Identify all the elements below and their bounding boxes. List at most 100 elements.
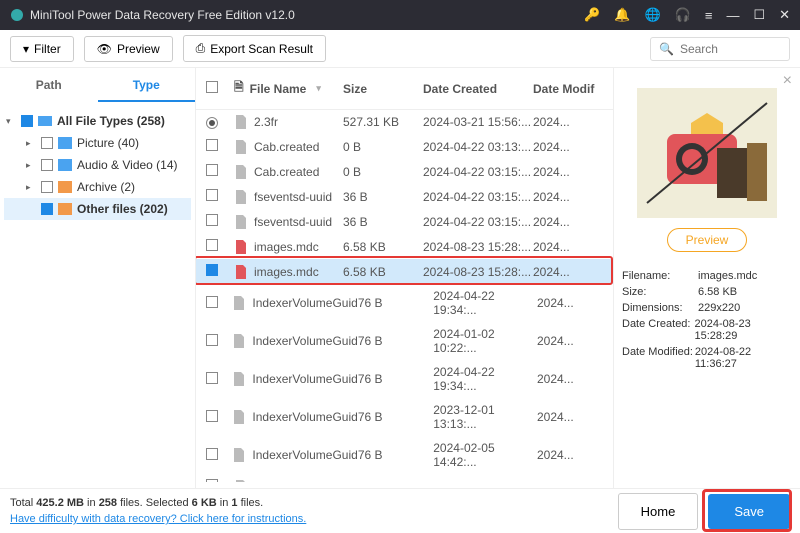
table-row[interactable]: images.mdc6.58 KB2024-08-23 15:28:...202… (196, 259, 613, 284)
tree-other-files[interactable]: Other files (202) (4, 198, 191, 220)
select-all-checkbox[interactable] (206, 81, 218, 93)
checkbox[interactable] (41, 203, 53, 215)
table-row[interactable]: IndexerVolumeGuid76 B2024-02-05 14:42:..… (196, 436, 613, 474)
sidebar: Path Type ▾ All File Types (258) ▸ Pictu… (0, 68, 196, 488)
table-row[interactable]: IndexerVolumeGuid76 B2023-12-01 13:13:..… (196, 398, 613, 436)
checkbox[interactable] (206, 164, 218, 176)
checkbox[interactable] (206, 264, 218, 276)
table-row[interactable]: images.mdc6.58 KB2024-08-23 15:28:...202… (196, 234, 613, 259)
footer: Total 425.2 MB in 258 files. Selected 6 … (0, 488, 800, 533)
table-row[interactable]: IndexerVolumeGuid76 B2024-01-02 10:22:..… (196, 322, 613, 360)
headset-icon[interactable]: 🎧 (675, 7, 691, 23)
window-title: MiniTool Power Data Recovery Free Editio… (30, 8, 295, 22)
tree-audio[interactable]: ▸ Audio & Video (14) (4, 154, 191, 176)
other-icon (58, 203, 72, 215)
file-created: 2024-03-21 15:56:... (423, 115, 533, 129)
filter-button[interactable]: ▾ Filter (10, 36, 74, 62)
table-row[interactable]: 2.3fr527.31 KB2024-03-21 15:56:...2024..… (196, 110, 613, 134)
tab-path[interactable]: Path (0, 70, 98, 102)
col-modif[interactable]: Date Modif (533, 82, 603, 96)
close-preview-icon[interactable]: × (783, 72, 792, 90)
tree-label: Audio & Video (14) (77, 158, 178, 172)
checkbox[interactable] (206, 239, 218, 251)
titlebar: MiniTool Power Data Recovery Free Editio… (0, 0, 800, 30)
tree-picture[interactable]: ▸ Picture (40) (4, 132, 191, 154)
help-link[interactable]: Have difficulty with data recovery? Clic… (10, 513, 306, 525)
file-icon (232, 448, 246, 462)
table-row[interactable]: IndexerVolumeGuid76 B2024-04-22 19:34:..… (196, 284, 613, 322)
file-modified: 2024... (537, 334, 603, 348)
archive-icon (58, 181, 72, 193)
home-button[interactable]: Home (618, 493, 699, 530)
close-icon[interactable]: ✕ (779, 7, 790, 23)
meta-value: images.mdc (698, 270, 757, 282)
file-icon (232, 372, 246, 386)
chevron-down-icon[interactable]: ▾ (6, 116, 16, 127)
menu-icon[interactable]: ≡ (705, 8, 713, 23)
checkbox[interactable] (206, 139, 218, 151)
file-icon (232, 410, 246, 424)
file-name: fseventsd-uuid (254, 190, 332, 204)
file-size: 76 B (358, 410, 433, 424)
checkbox[interactable] (206, 214, 218, 226)
checkbox[interactable] (206, 448, 218, 460)
checkbox[interactable] (206, 296, 218, 308)
checkbox[interactable] (41, 137, 53, 149)
tree-archive[interactable]: ▸ Archive (2) (4, 176, 191, 198)
file-created: 2024-08-23 15:28:... (423, 265, 533, 279)
checkbox[interactable] (206, 334, 218, 346)
checkbox[interactable] (41, 159, 53, 171)
file-created: 2024-04-22 03:15:... (423, 215, 533, 229)
search-box[interactable]: 🔍 (650, 37, 790, 61)
tree-label: All File Types (258) (57, 114, 165, 128)
table-row[interactable]: Cab.created0 B2024-04-22 03:15:...2024..… (196, 159, 613, 184)
picture-icon (58, 137, 72, 149)
checkbox[interactable] (206, 372, 218, 384)
checkbox[interactable] (206, 410, 218, 422)
preview-pane: × Preview Filename:images.mdc Size:6.58 … (614, 68, 800, 488)
save-button[interactable]: Save (708, 494, 790, 529)
meta-value: 2024-08-23 15:28:29 (695, 318, 792, 342)
file-icon (234, 190, 248, 204)
key-icon[interactable]: 🔑 (584, 7, 600, 23)
checkbox[interactable] (41, 181, 53, 193)
maximize-icon[interactable]: ☐ (753, 7, 765, 23)
file-size: 76 B (358, 296, 433, 310)
file-name: Cab.created (254, 140, 319, 154)
col-name[interactable]: File Name (250, 82, 307, 96)
chevron-right-icon[interactable]: ▸ (26, 160, 36, 171)
table-row[interactable]: indexState28 B2024-04-22 03:13:...2024..… (196, 474, 613, 482)
file-size: 0 B (343, 165, 423, 179)
minimize-icon[interactable]: — (726, 8, 739, 23)
chevron-right-icon[interactable]: ▸ (26, 182, 36, 193)
preview-detail-button[interactable]: Preview (667, 228, 748, 252)
search-input[interactable] (680, 42, 781, 56)
checkbox[interactable] (206, 479, 218, 482)
export-button[interactable]: ⎙ Export Scan Result (183, 35, 326, 62)
file-icon (232, 296, 246, 310)
sort-indicator-icon[interactable]: ▾ (316, 83, 321, 94)
chevron-right-icon[interactable]: ▸ (26, 138, 36, 149)
checkbox[interactable] (21, 115, 33, 127)
search-icon: 🔍 (659, 42, 674, 56)
col-created[interactable]: Date Created (423, 82, 533, 96)
table-row[interactable]: Cab.created0 B2024-04-22 03:13:...2024..… (196, 134, 613, 159)
globe-icon[interactable]: 🌐 (644, 7, 660, 23)
file-size: 76 B (358, 448, 433, 462)
meta-key: Date Created: (622, 318, 695, 342)
preview-button[interactable]: 👁 Preview (84, 36, 173, 62)
file-modified: 2024... (533, 165, 603, 179)
col-size[interactable]: Size (343, 82, 423, 96)
tab-type[interactable]: Type (98, 70, 196, 102)
file-name: 2.3fr (254, 115, 278, 129)
meta-key: Dimensions: (622, 302, 698, 314)
tree-all-file-types[interactable]: ▾ All File Types (258) (4, 110, 191, 132)
file-size: 36 B (343, 190, 423, 204)
table-row[interactable]: fseventsd-uuid36 B2024-04-22 03:15:...20… (196, 209, 613, 234)
checkbox[interactable] (206, 189, 218, 201)
table-row[interactable]: fseventsd-uuid36 B2024-04-22 03:15:...20… (196, 184, 613, 209)
footer-summary: Total 425.2 MB in 258 files. Selected 6 … (10, 495, 306, 528)
table-row[interactable]: IndexerVolumeGuid76 B2024-04-22 19:34:..… (196, 360, 613, 398)
file-size: 6.58 KB (343, 265, 423, 279)
bell-icon[interactable]: 🔔 (614, 7, 630, 23)
